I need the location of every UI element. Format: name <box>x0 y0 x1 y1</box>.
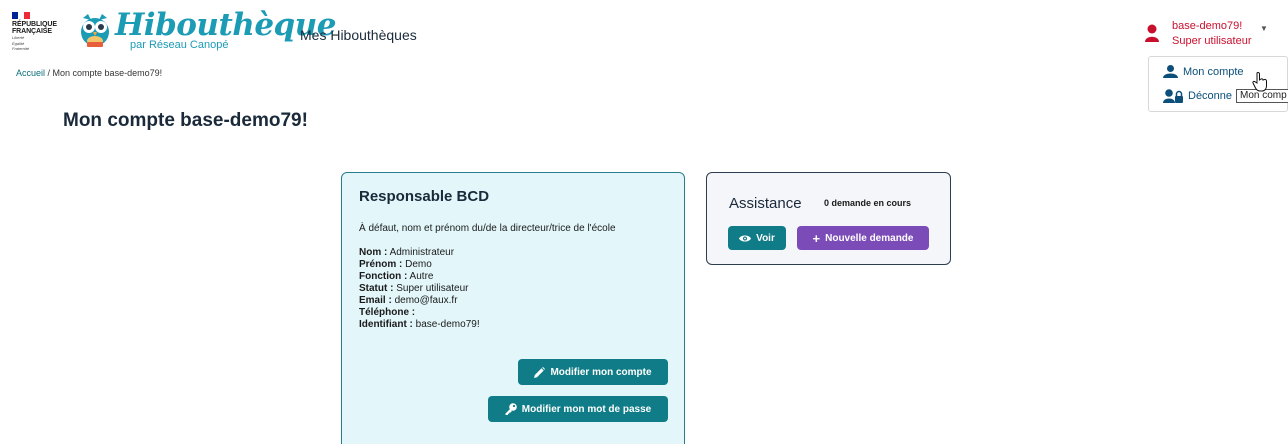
info-label: Nom : <box>359 247 388 258</box>
edit-password-button[interactable]: Modifier mon mot de passe <box>488 396 668 422</box>
breadcrumb-separator: / <box>45 68 53 78</box>
info-value: Demo <box>402 259 432 270</box>
page-root: RÉPUBLIQUE FRANÇAISE Liberté Égalité Fra… <box>0 0 1288 444</box>
menu-item-mon-compte[interactable]: Mon compte <box>1163 65 1244 78</box>
edit-account-button-label: Modifier mon compte <box>550 366 652 378</box>
breadcrumb-current: Mon compte base-demo79! <box>52 68 163 78</box>
info-row-email: Email : demo@faux.fr <box>359 295 480 307</box>
info-label: Email : <box>359 295 392 306</box>
view-requests-button-label: Voir <box>756 232 775 244</box>
pencil-icon <box>534 366 546 378</box>
new-request-button-label: Nouvelle demande <box>825 232 914 244</box>
eye-icon <box>739 235 752 241</box>
new-request-button[interactable]: + Nouvelle demande <box>797 226 929 250</box>
info-value: base-demo79! <box>412 319 480 330</box>
info-label: Identifiant : <box>359 319 413 330</box>
user-lock-icon <box>1163 89 1183 103</box>
breadcrumb-home-link[interactable]: Accueil <box>16 68 45 78</box>
rf-logo-line: RÉPUBLIQUE <box>12 21 57 28</box>
chevron-down-icon: ▼ <box>1260 24 1268 33</box>
menu-item-label: Mon compte <box>1183 65 1244 78</box>
info-value: demo@faux.fr <box>391 295 458 306</box>
info-label: Fonction : <box>359 271 408 282</box>
republique-francaise-logo[interactable]: RÉPUBLIQUE FRANÇAISE Liberté Égalité Fra… <box>12 12 72 56</box>
menu-item-deconnexion[interactable]: Déconne <box>1163 89 1232 103</box>
user-name: base-demo79! <box>1172 20 1243 32</box>
info-row-nom: Nom : Administrateur <box>359 247 480 259</box>
view-requests-button[interactable]: Voir <box>728 226 786 250</box>
info-value: Super utilisateur <box>393 283 469 294</box>
user-icon <box>1145 24 1159 42</box>
info-value: Autre <box>407 271 434 282</box>
responsable-card: Responsable BCD À défaut, nom et prénom … <box>341 172 685 444</box>
responsable-card-title: Responsable BCD <box>359 188 490 205</box>
plus-icon: + <box>812 230 821 246</box>
info-label: Téléphone : <box>359 307 416 318</box>
info-row-prenom: Prénom : Demo <box>359 259 480 271</box>
page-title: Mon compte base-demo79! <box>63 110 308 131</box>
rf-logo-motto: Liberté <box>12 35 25 40</box>
assistance-request-count: 0 demande en cours <box>824 198 912 208</box>
brand-subtitle: par Réseau Canopé <box>130 39 229 51</box>
account-info-list: Nom : Administrateur Prénom : Demo Fonct… <box>359 247 480 331</box>
key-icon <box>505 403 517 415</box>
owl-mascot-icon <box>81 14 109 47</box>
menu-item-label: Déconne <box>1188 90 1233 102</box>
rf-logo-motto: Fraternité <box>12 46 30 51</box>
info-label: Statut : <box>359 283 394 294</box>
user-role: Super utilisateur <box>1172 35 1252 47</box>
rf-logo-line: FRANÇAISE <box>12 28 52 35</box>
header: RÉPUBLIQUE FRANÇAISE Liberté Égalité Fra… <box>0 0 1288 60</box>
french-flag-icon <box>12 12 30 19</box>
nav-mes-hibouteques[interactable]: Mes Hibouthèques <box>300 27 417 43</box>
info-value: Administrateur <box>387 247 455 258</box>
edit-account-button[interactable]: Modifier mon compte <box>518 359 668 385</box>
info-row-identifiant: Identifiant : base-demo79! <box>359 319 480 331</box>
hand-pointer-cursor-icon <box>1252 72 1267 92</box>
info-row-statut: Statut : Super utilisateur <box>359 283 480 295</box>
user-icon <box>1163 65 1178 78</box>
breadcrumb: Accueil / Mon compte base-demo79! <box>16 68 162 78</box>
info-label: Prénom : <box>359 259 403 270</box>
assistance-card: Assistance 0 demande en cours Voir + Nou… <box>706 172 951 265</box>
info-row-fonction: Fonction : Autre <box>359 271 480 283</box>
responsable-card-description: À défaut, nom et prénom du/de la directe… <box>359 223 616 234</box>
edit-password-button-label: Modifier mon mot de passe <box>521 403 652 415</box>
assistance-title: Assistance <box>729 195 802 212</box>
info-row-telephone: Téléphone : <box>359 307 480 319</box>
